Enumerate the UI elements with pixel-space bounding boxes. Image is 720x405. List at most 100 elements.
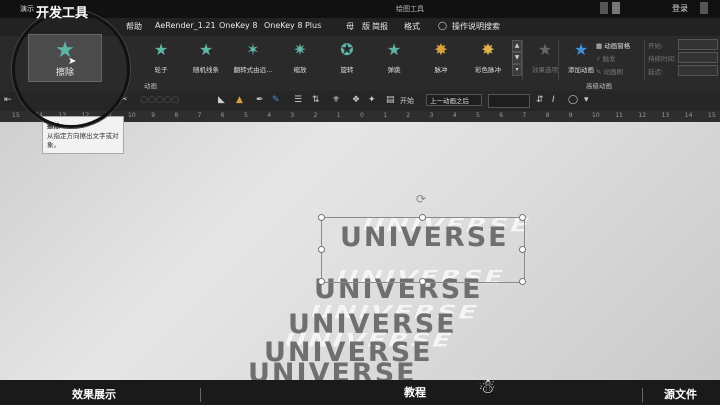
menu-onekey8[interactable]: OneKey 8	[219, 21, 257, 30]
animation-pulse[interactable]: ✸ 脉冲	[420, 40, 462, 80]
gallery-scroll-up[interactable]: ▲	[512, 40, 522, 52]
resize-handle[interactable]	[419, 214, 426, 221]
ruler-number: 8	[174, 112, 179, 119]
ruler-number: 10	[128, 112, 136, 119]
source-file-tab[interactable]: 源文件	[664, 386, 697, 402]
animation-label: 彩色脉冲	[475, 66, 501, 74]
window-control-button[interactable]	[700, 2, 708, 14]
gallery-scroll-down[interactable]: ▼	[512, 52, 522, 64]
ruler-number: 4	[267, 112, 272, 119]
help-search[interactable]: 操作说明搜索	[452, 21, 500, 32]
animation-painter-button[interactable]: ✎ 动画刷	[596, 66, 623, 76]
resize-handle[interactable]	[318, 278, 325, 285]
effect-showcase-tab[interactable]: 效果展示	[72, 386, 116, 402]
ruler-number: 12	[638, 112, 647, 119]
ruler-number: 7	[522, 112, 527, 119]
reorder-icon[interactable]: ⇵	[536, 95, 544, 105]
outline-color-icon[interactable]: ✎	[272, 95, 280, 105]
animation-bounce[interactable]: ★ 弹跳	[373, 40, 415, 80]
resize-handle[interactable]	[419, 278, 426, 285]
ruler-number: 9	[151, 112, 156, 119]
wordart-icon[interactable]: ⚜	[332, 95, 340, 105]
group-label-advanced: 高级动画	[586, 82, 612, 90]
ruler-number: 9	[568, 112, 573, 119]
animation-label: 翻转式由远...	[233, 66, 273, 74]
ruler-number: 3	[290, 112, 295, 119]
dropdown-icon[interactable]: ▾	[584, 95, 589, 105]
random-bars-icon: ★	[198, 40, 214, 59]
menu-format[interactable]: 格式	[404, 21, 420, 32]
login-link[interactable]: 登录	[672, 3, 688, 14]
divider	[200, 388, 201, 402]
animation-label: 弹跳	[387, 66, 401, 74]
ruler-number: 1	[336, 112, 341, 119]
menu-dev-tools[interactable]: 开发工具	[36, 2, 88, 21]
eyedropper-icon[interactable]: ✒	[256, 95, 264, 105]
paint-bucket-icon[interactable]: ▲	[236, 95, 243, 105]
timing-duration-label: 持续时间:	[648, 55, 677, 63]
ruler-number: 2	[313, 112, 318, 119]
line-width-icon[interactable]: ☰	[294, 95, 302, 105]
ruler-number: 6	[499, 112, 504, 119]
resize-handle[interactable]	[519, 214, 526, 221]
divider	[644, 40, 645, 80]
bottom-bar: 效果展示 教程 ☃ 源文件	[0, 374, 720, 405]
context-tab-drawing-tools[interactable]: 绘图工具	[396, 4, 424, 14]
erase-animation-button[interactable]: ★ 擦除	[28, 34, 102, 82]
italic-icon[interactable]: I	[552, 95, 555, 105]
slide-canvas[interactable]: UNIVERSE UNIVERSE UNIVERSE UNIVERSE UNIV…	[0, 122, 720, 380]
animation-start-select[interactable]: 上一动画之后	[426, 94, 482, 106]
effects-icon[interactable]: ✦	[368, 95, 376, 105]
trigger-button[interactable]: ⚡ 触发	[596, 53, 616, 63]
rotate-handle-icon[interactable]: ⟳	[416, 192, 426, 206]
animation-wheel[interactable]: ★ 轮子	[140, 40, 182, 80]
animation-spin[interactable]: ✪ 旋转	[326, 40, 368, 80]
app-name: 演示	[20, 5, 34, 13]
animation-label: 轮子	[154, 66, 168, 74]
timing-delay-input[interactable]	[678, 65, 718, 76]
deco-bar	[600, 2, 608, 14]
ruler-number: 7	[197, 112, 202, 119]
animation-label: 脉冲	[434, 66, 448, 74]
divider	[522, 40, 523, 80]
universe-text[interactable]: UNIVERSE	[248, 358, 417, 380]
gallery-more[interactable]: ▾	[512, 64, 522, 76]
menu-help[interactable]: 帮助	[126, 21, 142, 32]
timing-duration-input[interactable]	[678, 52, 718, 63]
deco-bar	[612, 2, 620, 14]
circle-shape-icon[interactable]: ◯	[568, 95, 578, 105]
menu-brief[interactable]: 简报	[372, 21, 388, 32]
ruler-number: 5	[476, 112, 480, 119]
align-icon[interactable]: ▤	[386, 95, 395, 105]
tutorial-tab[interactable]: 教程	[404, 384, 426, 400]
duration-input[interactable]	[488, 94, 530, 108]
wheel-icon: ★	[153, 40, 169, 59]
group-label-animation: 动画	[144, 82, 157, 90]
line-spacing-icon[interactable]: ⇅	[312, 95, 320, 105]
resize-handle[interactable]	[318, 214, 325, 221]
menu-onekey8plus[interactable]: OneKey 8 Plus	[264, 21, 321, 30]
animation-color-pulse[interactable]: ✸ 彩色脉冲	[467, 40, 509, 80]
resize-handle[interactable]	[318, 246, 325, 253]
ruler-number: 15	[708, 112, 716, 119]
animation-pane-label: 动画窗格	[604, 42, 631, 50]
bounce-icon: ★	[386, 40, 402, 59]
timing-start-select[interactable]	[678, 39, 718, 50]
animation-random-bars[interactable]: ★ 随机线条	[185, 40, 227, 80]
fill-color-icon[interactable]: ◣	[218, 95, 225, 105]
menu-master[interactable]: 母	[346, 21, 354, 32]
animation-pane-button[interactable]: ▦ 动画窗格	[596, 40, 630, 50]
shape-icon[interactable]: ○○○○○	[140, 95, 179, 105]
selection-box[interactable]	[321, 217, 525, 283]
resize-handle[interactable]	[519, 278, 526, 285]
indent-icon[interactable]: ⇤	[4, 95, 12, 105]
resize-handle[interactable]	[519, 246, 526, 253]
flip-icon: ✶	[246, 40, 260, 59]
title-bar: 演示 绘图工具 登录	[0, 0, 720, 18]
shape-effects-icon[interactable]: ❖	[352, 95, 360, 105]
animation-zoom[interactable]: ✷ 缩放	[279, 40, 321, 80]
animation-flip[interactable]: ✶ 翻转式由远...	[232, 40, 274, 80]
spin-icon: ✪	[340, 40, 354, 59]
menu-aerender[interactable]: AeRender_1.21	[155, 21, 216, 30]
menu-edition[interactable]: 版	[362, 21, 370, 32]
